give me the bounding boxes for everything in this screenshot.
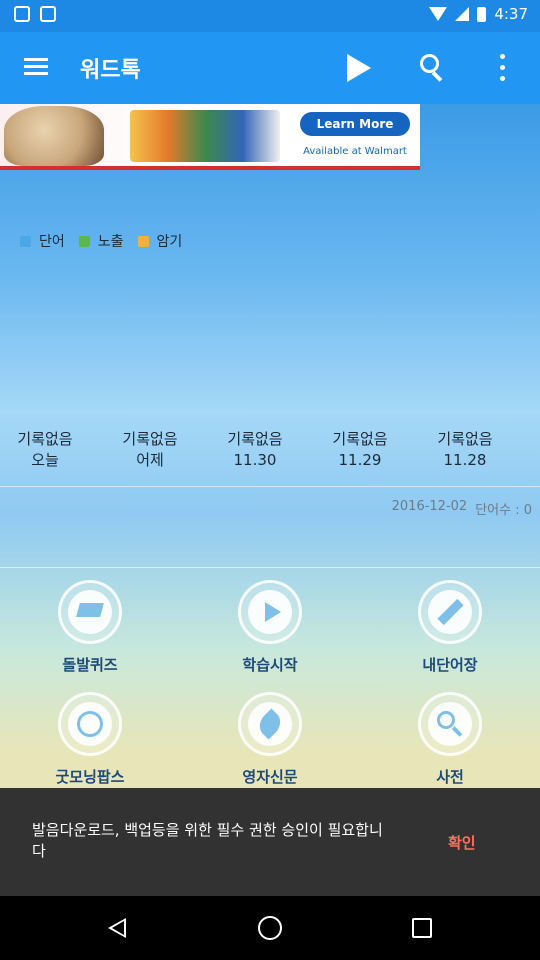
navigation-bar	[0, 896, 540, 960]
daily-records: 기록없음 오늘 기록없음 어제 기록없음 11.30 기록없음 11.29 기록…	[0, 429, 540, 473]
start-study-button[interactable]: 학습시작	[195, 580, 345, 675]
play-icon	[265, 602, 281, 622]
my-vocabulary-button[interactable]: 내단어장	[375, 580, 525, 675]
current-date: 2016-12-02	[391, 499, 468, 514]
day-date: 어제	[136, 451, 164, 469]
system-icons: 4:37	[429, 5, 528, 23]
ad-products-image	[130, 110, 280, 162]
legend-label-exposure: 노출	[97, 234, 124, 250]
battery-icon	[477, 6, 487, 22]
search-icon[interactable]	[420, 54, 444, 82]
day-record: 기록없음 어제	[110, 429, 190, 471]
status-bar: 4:37	[0, 0, 540, 32]
signal-icon	[455, 7, 470, 21]
day-record: 기록없음 11.29	[320, 429, 400, 471]
ad-dog-image	[4, 106, 104, 166]
good-morning-pops-label: 굿모닝팝스	[55, 768, 125, 786]
legend-label-word: 단어	[39, 234, 65, 250]
quiz-button[interactable]: 돌발퀴즈	[15, 580, 165, 675]
notification-icon	[40, 6, 56, 22]
home-icon[interactable]	[258, 916, 282, 940]
legend-swatch-word	[20, 235, 31, 247]
permission-snackbar: 발음다운로드, 백업등을 위한 필수 권한 승인이 필요합니다 확인	[0, 788, 540, 896]
newspaper-button[interactable]: 영자신문	[195, 692, 345, 787]
main-content: Learn More Available at Walmart 단어 노출 암기…	[0, 104, 540, 788]
my-vocabulary-label: 내단어장	[422, 656, 478, 674]
divider	[0, 567, 540, 568]
legend-swatch-memorized	[137, 235, 149, 247]
recent-apps-icon[interactable]	[412, 918, 432, 938]
good-morning-pops-button[interactable]: 굿모닝팝스	[15, 692, 165, 787]
ad-walmart-text: Available at Walmart	[303, 146, 407, 157]
menu-icon[interactable]	[24, 58, 48, 76]
search-icon	[437, 711, 455, 729]
notification-icons	[14, 6, 56, 22]
day-status: 기록없음	[122, 430, 178, 448]
day-status: 기록없음	[227, 430, 283, 448]
start-study-label: 학습시작	[242, 656, 298, 674]
day-date: 오늘	[31, 451, 59, 469]
wifi-icon	[429, 7, 448, 21]
graduation-cap-icon	[76, 603, 104, 617]
leaf-icon	[254, 708, 286, 740]
dictionary-label: 사전	[436, 768, 464, 786]
legend-swatch-exposure	[78, 235, 90, 247]
divider	[0, 486, 540, 487]
play-icon[interactable]	[347, 54, 371, 82]
summary-info: 2016-12-02 단어수 : 0	[392, 499, 532, 518]
legend-label-memorized: 암기	[156, 234, 183, 250]
dictionary-button[interactable]: 사전	[375, 692, 525, 787]
day-date: 11.30	[233, 451, 277, 469]
day-record: 기록없음 11.30	[215, 429, 295, 471]
confirm-button[interactable]: 확인	[448, 832, 476, 853]
day-record: 기록없음 11.28	[425, 429, 505, 471]
status-time: 4:37	[494, 5, 528, 23]
app-title: 워드톡	[80, 58, 141, 83]
day-status: 기록없음	[437, 430, 493, 448]
day-status: 기록없음	[17, 430, 73, 448]
day-date: 11.28	[443, 451, 487, 469]
day-date: 11.29	[338, 451, 382, 469]
chart-legend: 단어 노출 암기	[20, 231, 196, 251]
word-count: 단어수 : 0	[475, 503, 532, 518]
app-bar: 워드톡	[0, 32, 540, 104]
newspaper-label: 영자신문	[242, 768, 298, 786]
globe-icon	[77, 711, 103, 737]
day-status: 기록없음	[332, 430, 388, 448]
more-options-icon[interactable]	[500, 54, 506, 87]
back-icon[interactable]	[108, 918, 126, 938]
ad-banner[interactable]: Learn More Available at Walmart	[0, 104, 420, 170]
notification-icon	[14, 6, 30, 22]
pencil-icon	[437, 598, 464, 626]
snackbar-message: 발음다운로드, 백업등을 위한 필수 권한 승인이 필요합니다	[32, 821, 383, 860]
quiz-label: 돌발퀴즈	[62, 656, 118, 674]
ad-learn-more-button[interactable]: Learn More	[300, 112, 410, 136]
day-record: 기록없음 오늘	[5, 429, 85, 471]
